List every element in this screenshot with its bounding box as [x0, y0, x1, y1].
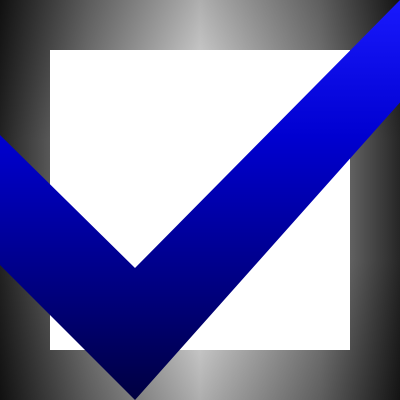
checkbox[interactable]: [0, 0, 400, 400]
checkmark-icon: [0, 0, 400, 400]
